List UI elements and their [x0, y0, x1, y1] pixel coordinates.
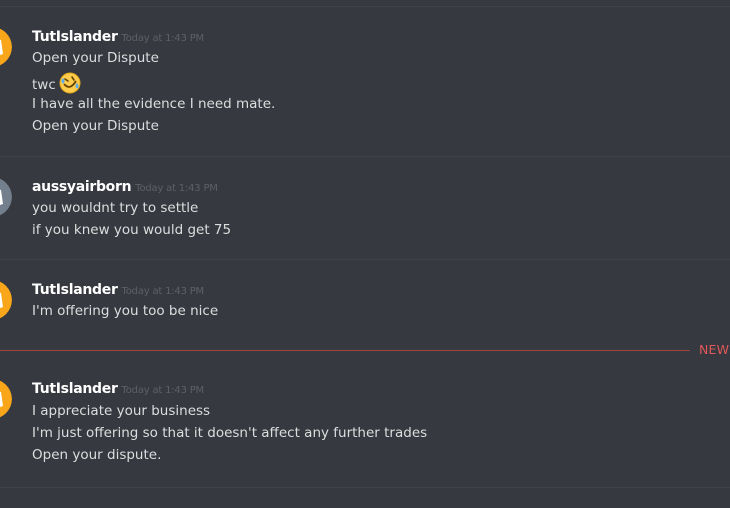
- avatar[interactable]: [0, 177, 12, 217]
- message-text: if you knew you would get 75: [32, 222, 232, 238]
- message-text: Open your Dispute: [32, 50, 159, 66]
- message-text: I appreciate your business: [32, 403, 211, 419]
- message-divider: [0, 259, 730, 260]
- message-text-with-emoji: twc: [32, 72, 81, 94]
- discord-logo-icon: [0, 28, 12, 66]
- message-text: I have all the evidence I need mate.: [32, 96, 276, 112]
- message-divider: [0, 487, 730, 488]
- message-text: Open your dispute.: [32, 447, 162, 463]
- discord-logo-icon: [0, 281, 12, 319]
- timestamp: Today at 1:43 PM: [121, 33, 205, 44]
- timestamp: Today at 1:43 PM: [135, 183, 218, 194]
- discord-logo-icon: [0, 178, 12, 216]
- username[interactable]: TutIslander: [32, 381, 118, 397]
- avatar[interactable]: [0, 280, 12, 320]
- avatar[interactable]: [0, 27, 12, 67]
- new-messages-line: [0, 350, 690, 351]
- message-header: aussyairborn Today at 1:43 PM: [32, 177, 218, 198]
- username[interactable]: aussyairborn: [32, 179, 132, 195]
- message-text: Open your Dispute: [32, 118, 159, 134]
- username[interactable]: TutIslander: [32, 282, 118, 298]
- message-text: I'm offering you too be nice: [32, 303, 219, 319]
- message-text: I'm just offering so that it doesn't aff…: [32, 425, 428, 441]
- message-header: TutIslander Today at 1:43 PM: [32, 280, 204, 301]
- message-header: TutIslander Today at 1:43 PM: [32, 27, 204, 48]
- message-text: you wouldnt try to settle: [32, 200, 199, 216]
- avatar[interactable]: [0, 379, 12, 419]
- username[interactable]: TutIslander: [32, 29, 118, 45]
- message-header: TutIslander Today at 1:43 PM: [32, 379, 204, 400]
- timestamp: Today at 1:43 PM: [121, 385, 205, 396]
- message-text: twc: [32, 77, 56, 93]
- message-divider: [0, 6, 730, 7]
- discord-logo-icon: [0, 380, 12, 418]
- new-messages-divider: NEW: [0, 342, 730, 362]
- timestamp: Today at 1:43 PM: [121, 286, 205, 297]
- chat-message-list: TutIslander Today at 1:43 PM Open your Di…: [0, 0, 730, 508]
- rolling-on-floor-laughing-icon[interactable]: [59, 72, 81, 94]
- message-divider: [0, 156, 730, 157]
- new-messages-label: NEW: [699, 342, 730, 357]
